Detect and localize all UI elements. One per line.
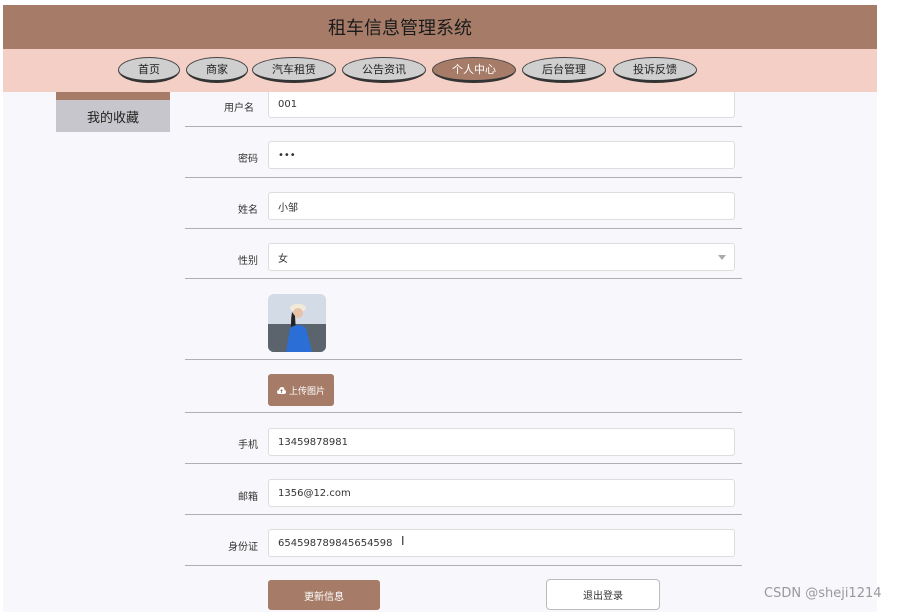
password-input[interactable]: •••	[268, 141, 735, 169]
upload-image-label: 上传图片	[288, 386, 325, 397]
cloud-upload-icon	[276, 386, 286, 394]
app-header: 租车信息管理系统	[3, 5, 877, 49]
nav-feedback[interactable]: 投诉反馈	[613, 57, 697, 83]
app-title: 租车信息管理系统	[328, 18, 472, 39]
id-card-input[interactable]: 654598789845654598	[268, 529, 735, 557]
gender-value: 女	[278, 253, 288, 265]
phone-input[interactable]: 13459878981	[268, 428, 735, 456]
chevron-down-icon	[718, 255, 726, 260]
nav-admin[interactable]: 后台管理	[522, 57, 606, 83]
nav-announcements[interactable]: 公告资讯	[342, 57, 426, 83]
username-input[interactable]: 001	[268, 92, 735, 118]
watermark: CSDN @sheji1214	[764, 586, 882, 601]
avatar	[268, 294, 326, 352]
email-input[interactable]: 1356@12.com	[268, 479, 735, 507]
text-cursor-icon: I	[401, 534, 405, 548]
name-input[interactable]: 小邹	[268, 192, 735, 220]
update-info-button[interactable]: 更新信息	[268, 580, 380, 610]
nav-merchants[interactable]: 商家	[186, 57, 248, 83]
top-nav: 首页 商家 汽车租赁 公告资讯 个人中心 后台管理 投诉反馈	[3, 49, 877, 92]
avatar-photo	[268, 294, 326, 352]
sidebar-item-favorites[interactable]: 我的收藏	[56, 92, 170, 132]
gender-select[interactable]: 女	[268, 243, 735, 271]
nav-car-rental[interactable]: 汽车租赁	[252, 57, 336, 83]
upload-image-button[interactable]: 上传图片	[268, 374, 334, 406]
nav-personal-center[interactable]: 个人中心	[432, 57, 516, 83]
nav-home[interactable]: 首页	[118, 57, 180, 83]
logout-button[interactable]: 退出登录	[546, 579, 660, 610]
